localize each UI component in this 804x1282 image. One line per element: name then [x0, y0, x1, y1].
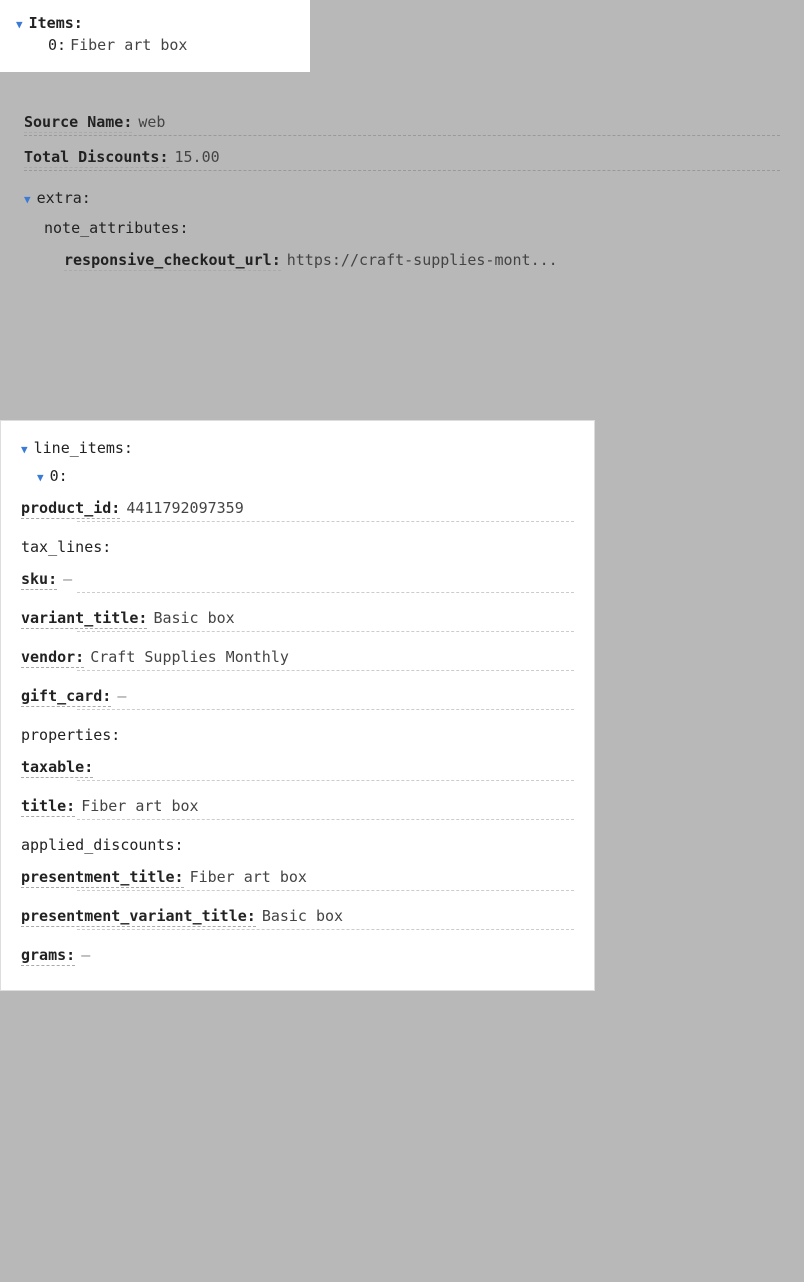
properties-label: properties: [21, 726, 120, 744]
top-card: ▼ Items: 0: Fiber art box [0, 0, 310, 72]
presentment-variant-title-label: presentment_variant_title: [21, 907, 256, 927]
responsive-checkout-value: https://craft-supplies-mont... [287, 251, 558, 269]
item-index: 0: [48, 36, 66, 54]
taxable-row: taxable: [21, 750, 574, 780]
total-discounts-label: Total Discounts: [24, 148, 169, 168]
grams-value: — [81, 946, 90, 964]
title-value: Fiber art box [81, 797, 198, 815]
gray-fields-section: Source Name: web Total Discounts: 15.00 … [0, 105, 804, 289]
presentment-title-label: presentment_title: [21, 868, 184, 888]
properties-row: properties: [21, 718, 574, 746]
source-name-label: Source Name: [24, 113, 132, 133]
line-item-0-triangle[interactable]: ▼ [37, 471, 44, 484]
gift-card-label: gift_card: [21, 687, 111, 707]
line-item-0-row: ▼ 0: [21, 465, 574, 487]
item-name: Fiber art box [70, 36, 187, 54]
taxable-label: taxable: [21, 758, 93, 778]
items-triangle[interactable]: ▼ [16, 18, 23, 31]
variant-title-row: variant_title: Basic box [21, 601, 574, 631]
grams-row: grams: — [21, 938, 574, 974]
sku-row: sku: — [21, 562, 574, 592]
line-items-triangle[interactable]: ▼ [21, 443, 28, 456]
sku-value: — [63, 570, 72, 588]
source-name-row: Source Name: web [24, 105, 780, 135]
presentment-variant-title-value: Basic box [262, 907, 343, 925]
grams-label: grams: [21, 946, 75, 966]
presentment-title-row: presentment_title: Fiber art box [21, 860, 574, 890]
variant-title-value: Basic box [153, 609, 234, 627]
responsive-checkout-label: responsive_checkout_url: [64, 251, 281, 271]
variant-title-label: variant_title: [21, 609, 147, 629]
items-label: Items: [29, 14, 83, 32]
note-attributes-row: note_attributes: [24, 217, 780, 239]
vendor-value: Craft Supplies Monthly [90, 648, 289, 666]
extra-triangle[interactable]: ▼ [24, 193, 31, 206]
line-items-row: ▼ line_items: [21, 437, 574, 459]
title-row: title: Fiber art box [21, 789, 574, 819]
total-discounts-value: 15.00 [175, 148, 220, 166]
responsive-checkout-row: responsive_checkout_url: https://craft-s… [24, 243, 780, 273]
vendor-label: vendor: [21, 648, 84, 668]
item-0-row: 0: Fiber art box [16, 34, 294, 56]
applied-discounts-label: applied_discounts: [21, 836, 184, 854]
extra-label: extra: [37, 189, 91, 207]
title-label: title: [21, 797, 75, 817]
items-row: ▼ Items: [16, 12, 294, 34]
gift-card-row: gift_card: — [21, 679, 574, 709]
presentment-variant-title-row: presentment_variant_title: Basic box [21, 899, 574, 929]
note-attributes-label: note_attributes: [44, 219, 189, 237]
line-item-0-index: 0: [50, 467, 68, 485]
source-name-value: web [138, 113, 165, 131]
applied-discounts-row: applied_discounts: [21, 828, 574, 856]
tax-lines-label: tax_lines: [21, 538, 111, 556]
gift-card-value: — [117, 687, 126, 705]
tax-lines-row: tax_lines: [21, 530, 574, 558]
presentment-title-value: Fiber art box [190, 868, 307, 886]
extra-row: ▼ extra: [24, 187, 780, 209]
sku-label: sku: [21, 570, 57, 590]
vendor-row: vendor: Craft Supplies Monthly [21, 640, 574, 670]
product-id-row: product_id: 4411792097359 [21, 491, 574, 521]
total-discounts-row: Total Discounts: 15.00 [24, 140, 780, 170]
product-id-label: product_id: [21, 499, 120, 519]
product-id-value: 4411792097359 [126, 499, 243, 517]
main-panel: ▼ line_items: ▼ 0: product_id: 441179209… [0, 420, 595, 991]
line-items-label: line_items: [34, 439, 133, 457]
